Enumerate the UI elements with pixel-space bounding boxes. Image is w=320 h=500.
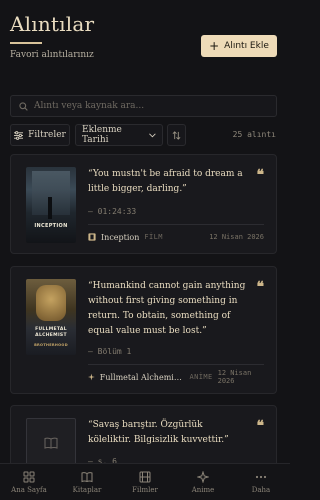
more-icon [255,475,267,478]
bottom-navigation: Ana Sayfa Kitaplar Filmler Anime Daha [0,463,290,500]
chevron-down-icon [149,133,156,137]
sparkle-icon [88,373,95,381]
quote-card[interactable]: INCEPTION “You mustn't be afraid to drea… [10,154,277,254]
nav-item-daha[interactable]: Daha [232,464,290,500]
search-bar[interactable] [10,95,277,117]
page-title: Alıntılar [10,12,95,36]
poster-subtitle: BROTHERHOOD [34,343,68,347]
nav-label: Filmler [132,485,158,494]
quote-mark-icon: ❝ [256,279,264,295]
quote-text: “Savaş barıştır. Özgürlük köleliktir. Bi… [88,420,229,445]
title-underline [10,42,42,44]
nav-label: Anime [191,485,215,494]
quote-mark-icon: ❝ [256,418,264,434]
quote-mark-icon: ❝ [256,167,264,183]
sort-arrows-icon [172,130,181,140]
quote-date: 12 Nisan 2026 [217,369,252,385]
nav-item-ana-sayfa[interactable]: Ana Sayfa [0,464,58,500]
book-icon [44,437,58,449]
quote-date: 12 Nisan 2026 [209,233,264,241]
poster-image: INCEPTION [26,167,76,243]
quote-count: 25 alıntı [232,130,276,139]
nav-label: Ana Sayfa [11,485,47,494]
quote-source: Inception FİLM 12 Nisan 2026 [88,231,264,243]
sort-select[interactable]: Eklenme Tarihi [75,124,163,146]
nav-label: Kitaplar [72,485,102,494]
sort-direction-button[interactable] [167,124,186,146]
quote-text: “You mustn't be afraid to dream a little… [88,169,243,194]
filter-toolbar: Filtreler Eklenme Tarihi 25 alıntı [10,124,280,146]
card-divider [88,224,264,225]
source-type: ANİME [189,373,213,381]
quote-location: — 01:24:33 [88,207,137,216]
book-icon [81,471,93,482]
quote-source: Fullmetal Alchemist: B... ANİME 12 Nisan… [88,369,264,385]
grid-icon [23,471,35,482]
filters-button[interactable]: Filtreler [10,124,70,146]
nav-item-kitaplar[interactable]: Kitaplar [58,464,116,500]
film-icon [139,471,151,482]
poster-title: FULLMETAL ALCHEMIST [35,327,67,338]
quote-text: “Humankind cannot gain anything without … [88,281,246,336]
sparkle-icon [197,470,209,483]
nav-item-anime[interactable]: Anime [174,464,232,500]
poster-title: INCEPTION [34,223,68,229]
quote-location: — Bölüm 1 [88,347,132,356]
add-quote-button[interactable]: + Alıntı Ekle [201,35,277,57]
source-name[interactable]: Fullmetal Alchemist: B... [100,373,185,382]
poster-placeholder [26,418,76,468]
source-type: FİLM [144,233,163,241]
film-icon [88,233,96,241]
search-icon [19,101,28,111]
quote-card[interactable]: FULLMETAL ALCHEMIST BROTHERHOOD “Humanki… [10,266,277,394]
source-name[interactable]: Inception [101,233,139,242]
filters-label: Filtreler [28,130,66,140]
plus-icon: + [209,39,220,53]
search-input[interactable] [34,101,276,111]
nav-label: Daha [251,485,271,494]
nav-item-filmler[interactable]: Filmler [116,464,174,500]
sort-selected-value: Eklenme Tarihi [82,125,122,145]
card-divider [88,364,264,365]
add-quote-label: Alıntı Ekle [224,41,269,51]
filter-icon [14,130,24,140]
poster-image: FULLMETAL ALCHEMIST BROTHERHOOD [26,279,76,355]
